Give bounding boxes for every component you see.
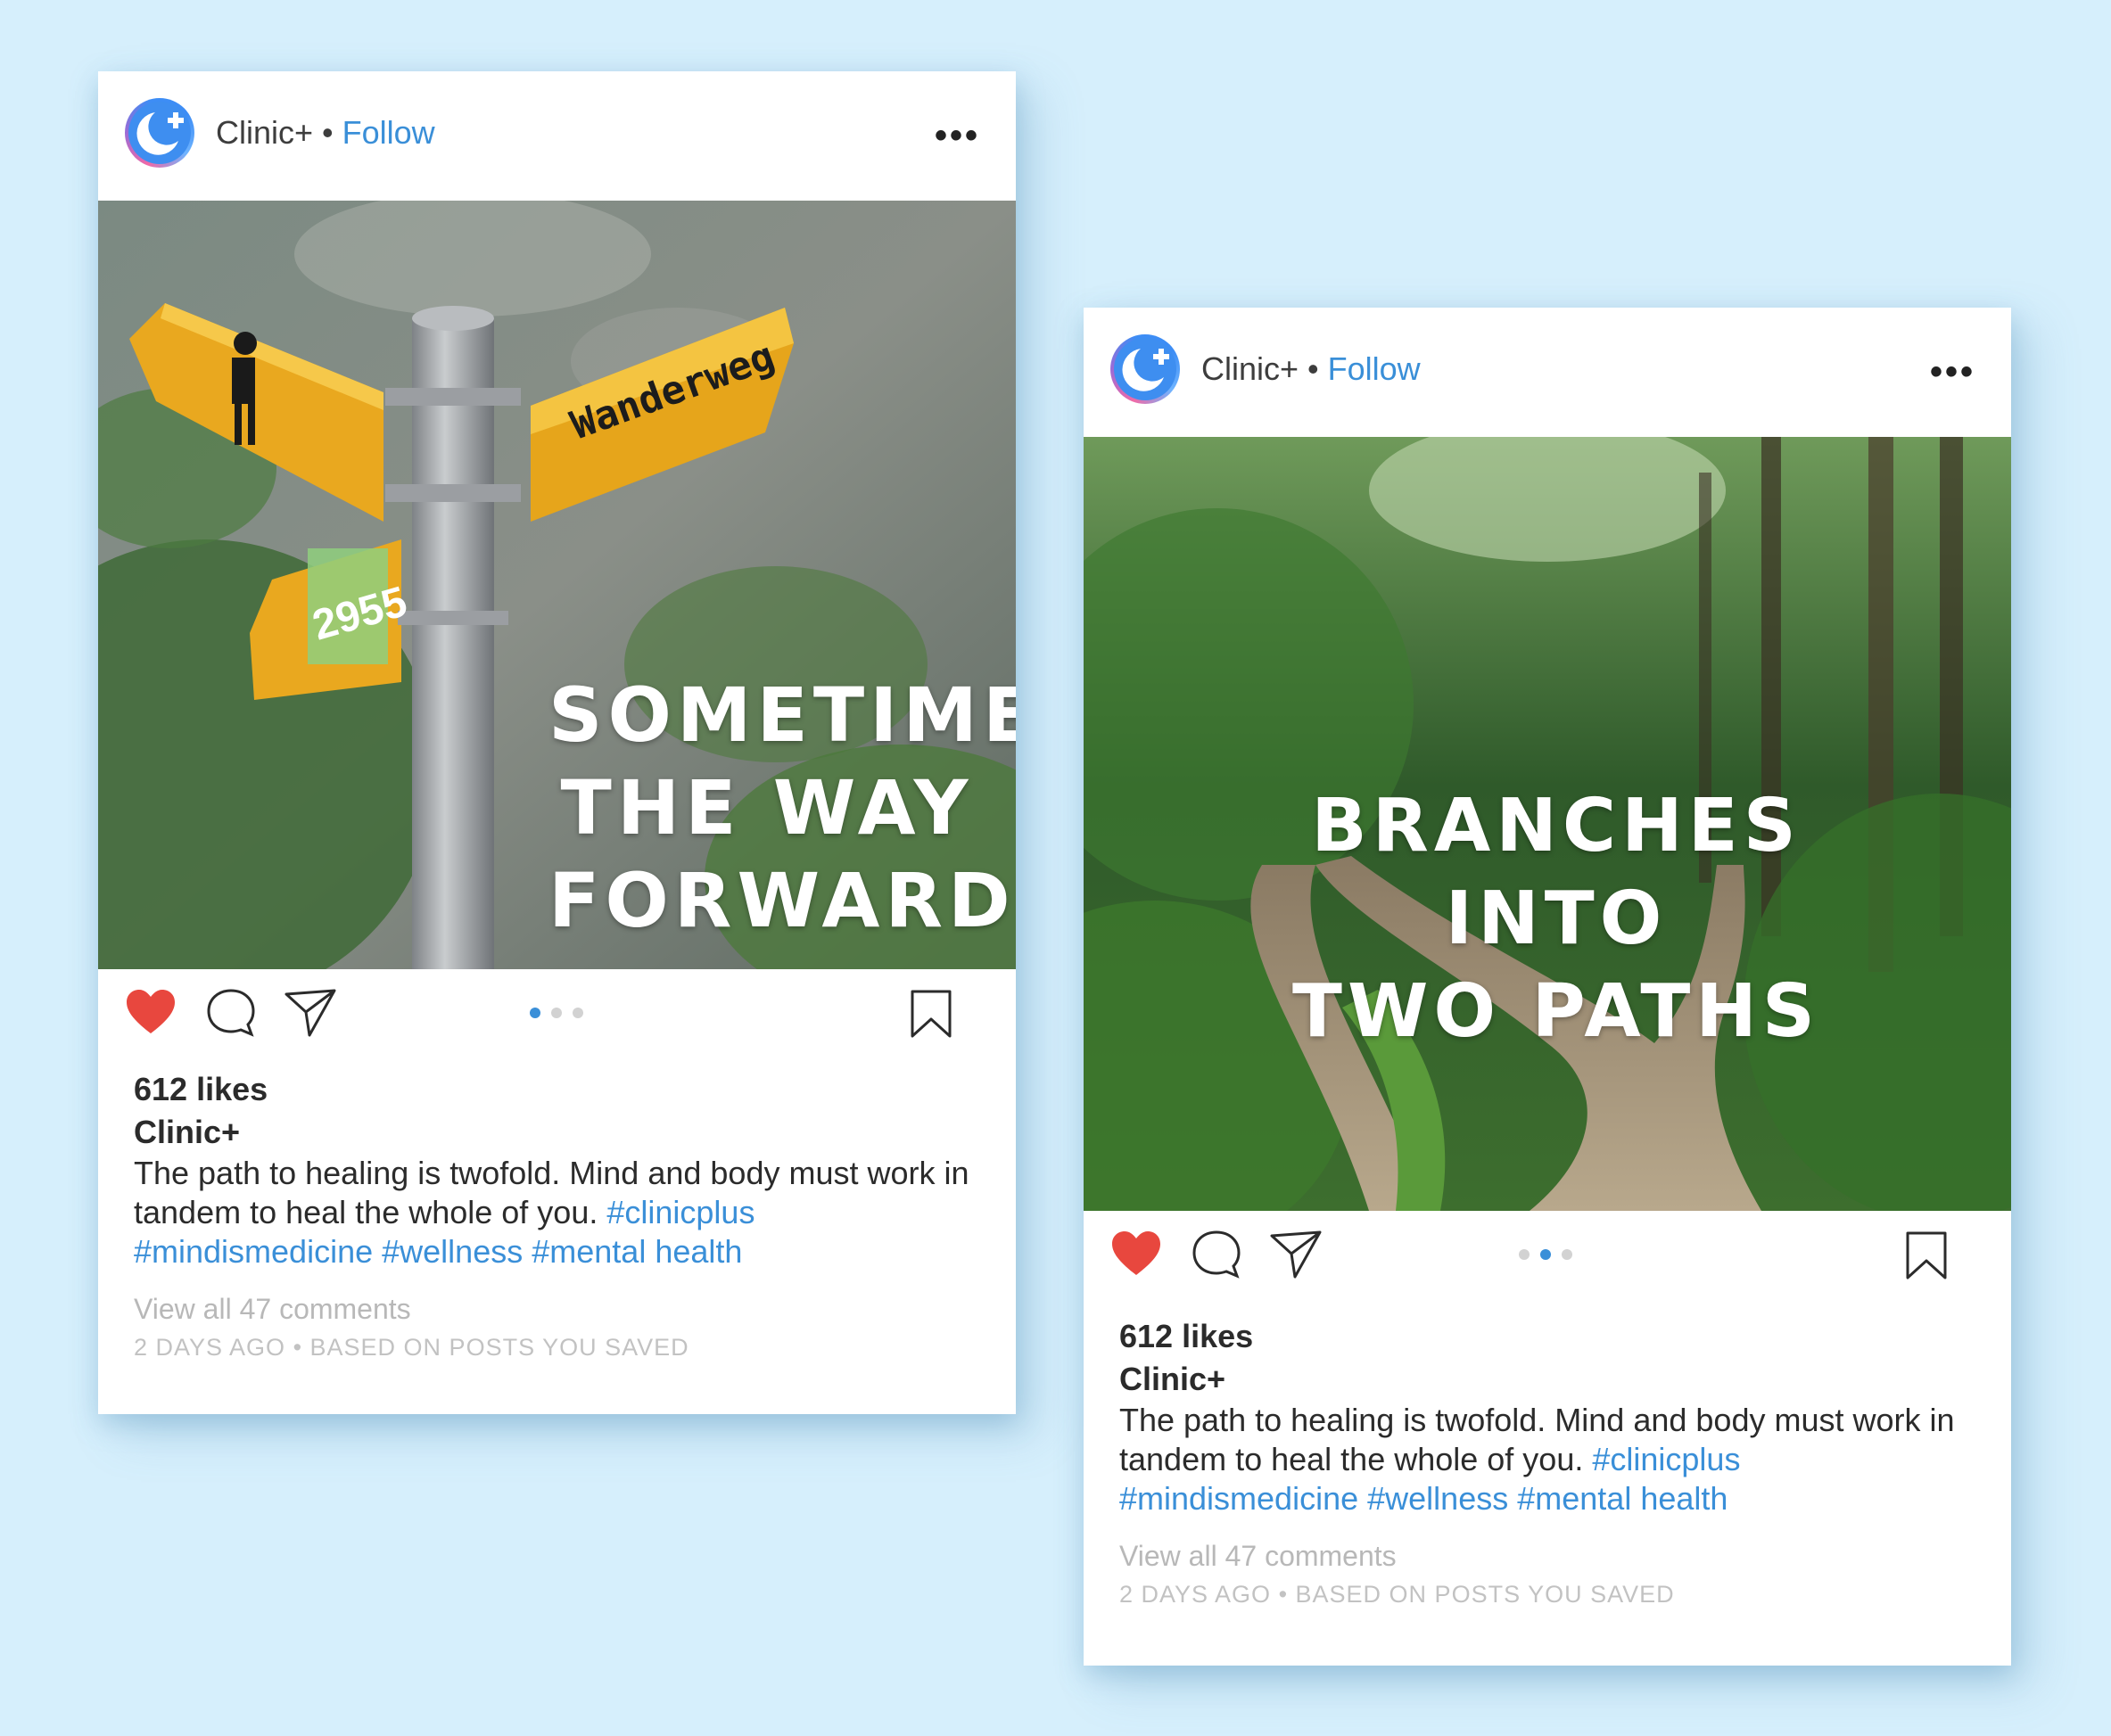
follow-button[interactable]: Follow bbox=[1328, 350, 1421, 387]
caption: The path to healing is twofold. Mind and… bbox=[134, 1154, 989, 1271]
hashtag-link[interactable]: #wellness bbox=[1367, 1480, 1508, 1517]
post-body: 612 likes Clinic+ The path to healing is… bbox=[134, 1068, 989, 1362]
post-header: Clinic+ • Follow ••• bbox=[1084, 308, 2011, 437]
account-line: Clinic+ • Follow bbox=[216, 114, 435, 152]
bookmark-icon[interactable] bbox=[909, 989, 953, 1039]
account-line: Clinic+ • Follow bbox=[1201, 350, 1421, 388]
post-header: Clinic+ • Follow ••• bbox=[98, 71, 1016, 201]
likes-count[interactable]: 612 likes bbox=[1119, 1315, 1984, 1358]
image-overlay-text: SOMETIMES THE WAY FORWARD bbox=[548, 669, 1016, 947]
caption-author[interactable]: Clinic+ bbox=[134, 1111, 989, 1154]
post-body: 612 likes Clinic+ The path to healing is… bbox=[1119, 1315, 1984, 1608]
hashtag-link[interactable]: #clinicplus bbox=[606, 1194, 755, 1230]
carousel-indicator bbox=[530, 1007, 594, 1019]
more-horizontal-icon[interactable]: ••• bbox=[1930, 354, 1975, 390]
post-meta: 2 DAYS AGO • BASED ON POSTS YOU SAVED bbox=[134, 1334, 689, 1361]
image-overlay-text: BRANCHES INTO TWO PATHS bbox=[1217, 780, 1895, 1058]
post-card: Clinic+ • Follow ••• bbox=[98, 71, 1016, 1414]
hashtag-link[interactable]: #clinicplus bbox=[1592, 1441, 1740, 1477]
hashtag-link[interactable]: #mindismedicine bbox=[1119, 1480, 1358, 1517]
hashtag-link[interactable]: #mental health bbox=[532, 1233, 742, 1270]
account-name[interactable]: Clinic+ bbox=[216, 114, 313, 151]
avatar[interactable] bbox=[125, 98, 194, 168]
send-icon[interactable] bbox=[283, 985, 338, 1041]
caption-author[interactable]: Clinic+ bbox=[1119, 1358, 1984, 1401]
caption-text: The path to healing is twofold. Mind and… bbox=[1119, 1402, 1955, 1477]
post-image[interactable]: Wanderweg 2955 SOMETIMES THE WAY FORWARD bbox=[98, 201, 1016, 969]
overlay-line: SOMETIMES bbox=[548, 671, 1016, 759]
carousel-dot[interactable] bbox=[1562, 1249, 1572, 1260]
overlay-line: THE WAY bbox=[560, 764, 974, 852]
post-card: Clinic+ • Follow ••• bbox=[1084, 308, 2011, 1666]
comment-icon[interactable] bbox=[1189, 1227, 1244, 1282]
bookmark-icon[interactable] bbox=[1904, 1230, 1949, 1280]
post-meta: 2 DAYS AGO • BASED ON POSTS YOU SAVED bbox=[1119, 1581, 1675, 1608]
send-icon[interactable] bbox=[1268, 1227, 1323, 1282]
post-image[interactable]: BRANCHES INTO TWO PATHS bbox=[1084, 437, 2011, 1211]
carousel-dot[interactable] bbox=[1540, 1249, 1551, 1260]
carousel-dot[interactable] bbox=[530, 1008, 540, 1018]
separator: • bbox=[1307, 350, 1319, 387]
likes-count[interactable]: 612 likes bbox=[134, 1068, 989, 1111]
account-name[interactable]: Clinic+ bbox=[1201, 350, 1299, 387]
hashtag-link[interactable]: #mindismedicine bbox=[134, 1233, 373, 1270]
avatar[interactable] bbox=[1110, 334, 1180, 404]
action-bar bbox=[1084, 1211, 2011, 1300]
carousel-indicator bbox=[1519, 1248, 1583, 1261]
carousel-dot[interactable] bbox=[1519, 1249, 1530, 1260]
view-comments-link[interactable]: View all 47 comments bbox=[134, 1289, 989, 1329]
overlay-line: TWO PATHS bbox=[1292, 969, 1820, 1054]
clinic-logo-icon bbox=[1114, 338, 1176, 400]
more-horizontal-icon[interactable]: ••• bbox=[935, 118, 980, 153]
comment-icon[interactable] bbox=[203, 985, 259, 1041]
hashtag-link[interactable]: #mental health bbox=[1517, 1480, 1728, 1517]
overlay-line: BRANCHES INTO bbox=[1311, 784, 1802, 961]
action-bar bbox=[98, 969, 1016, 1058]
separator: • bbox=[322, 114, 334, 151]
hashtag-link[interactable]: #wellness bbox=[382, 1233, 523, 1270]
heart-icon[interactable] bbox=[1109, 1227, 1164, 1282]
carousel-dot[interactable] bbox=[551, 1008, 562, 1018]
caption: The path to healing is twofold. Mind and… bbox=[1119, 1401, 1984, 1518]
heart-icon[interactable] bbox=[123, 985, 178, 1041]
clinic-logo-icon bbox=[128, 102, 191, 164]
follow-button[interactable]: Follow bbox=[342, 114, 435, 151]
overlay-line: FORWARD bbox=[548, 857, 1016, 944]
carousel-dot[interactable] bbox=[573, 1008, 583, 1018]
view-comments-link[interactable]: View all 47 comments bbox=[1119, 1536, 1984, 1576]
caption-text: The path to healing is twofold. Mind and… bbox=[134, 1155, 969, 1230]
